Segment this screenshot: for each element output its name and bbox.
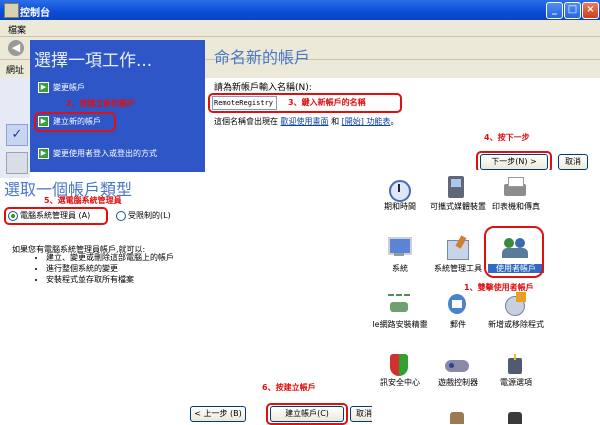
highlight-create-account xyxy=(34,112,116,132)
cp-label: 電源選項 xyxy=(500,378,532,387)
arrow-right-icon: ▶ xyxy=(38,82,49,93)
close-button[interactable]: × xyxy=(582,2,599,19)
cp-label: 系統 xyxy=(392,264,408,273)
list-item: 安裝程式並存取所有檔案 xyxy=(46,274,174,285)
minimize-button[interactable]: _ xyxy=(546,2,563,19)
game-controller-icon[interactable] xyxy=(444,352,470,378)
control-panel-icons: 期和時間 可攜式媒體裝置 印表機和傳真 系統 系統管理工具 使用者帳戶 1、雙擊… xyxy=(372,170,600,424)
task-change-logon[interactable]: ▶ 變更使用者登入或登出的方式 xyxy=(38,148,157,159)
annotation-step6: 6、按建立帳戶 xyxy=(262,383,316,392)
admin-tools-icon[interactable] xyxy=(444,234,470,260)
network-wizard-icon[interactable] xyxy=(386,292,412,318)
name-cancel-button[interactable]: 取消 xyxy=(558,154,588,170)
security-center-icon[interactable] xyxy=(386,352,412,378)
cp-label: le網路安裝精靈 xyxy=(372,320,428,329)
menu-bar: 檔案 xyxy=(0,20,600,37)
checkmark-icon: ✓ xyxy=(6,124,28,146)
window-title: 控制台 xyxy=(20,8,50,19)
highlight-admin-radio xyxy=(4,207,108,225)
list-item: 進行整個系統的變更 xyxy=(46,263,174,274)
menu-file[interactable]: 檔案 xyxy=(8,23,26,36)
task-pane-heading: 選擇一項工作... xyxy=(34,51,153,71)
cp-label: 印表機和傳真 xyxy=(492,202,540,211)
folder-icon xyxy=(6,152,28,174)
welcome-screen-link[interactable]: 歡迎使用畫面 xyxy=(281,117,329,126)
add-remove-icon[interactable] xyxy=(502,292,528,318)
name-info-text: 這個名稱會出現在 歡迎使用畫面 和 [開始] 功能表。 xyxy=(214,117,399,126)
radio-empty-icon xyxy=(116,210,126,221)
partial-icon xyxy=(444,406,470,424)
system-icon[interactable] xyxy=(386,234,412,260)
partial-icon xyxy=(502,406,528,424)
cp-label: 遊戲控制器 xyxy=(438,378,478,387)
name-page-heading: 命名新的帳戶 xyxy=(214,48,311,67)
annotation-step5: 5、選電腦系統管理員 xyxy=(44,196,122,205)
annotation-step3: 3、鍵入新帳戶的名稱 xyxy=(288,98,366,107)
clock-icon[interactable] xyxy=(386,174,412,202)
mail-icon[interactable] xyxy=(444,292,470,318)
cp-label: 郵件 xyxy=(450,320,466,329)
annotation-step2: 2、按建立新的帳戶 xyxy=(66,99,136,108)
cp-label: 可攜式媒體裝置 xyxy=(430,202,486,211)
arrow-right-icon: ▶ xyxy=(38,148,49,159)
back-arrow-icon[interactable]: ◀ xyxy=(8,40,24,56)
cp-label: 訊安全中心 xyxy=(380,378,420,387)
control-panel-icon xyxy=(4,3,19,18)
admin-capabilities-list: 建立、變更或刪除這部電腦上的帳戶 進行整個系統的變更 安裝程式並存取所有檔案 xyxy=(12,252,174,285)
start-menu-link[interactable]: [開始] 功能表 xyxy=(342,117,391,126)
highlight-create-button xyxy=(266,403,348,425)
cp-label: 新增或移除程式 xyxy=(488,320,544,329)
address-label: 網址 xyxy=(6,66,25,76)
maximize-button[interactable]: □ xyxy=(564,2,581,19)
task-change-account[interactable]: ▶ 變更帳戶 xyxy=(38,82,85,93)
highlight-users-icon xyxy=(484,226,544,278)
left-strip: ✓ xyxy=(0,78,30,178)
cp-label: 期和時間 xyxy=(384,202,416,211)
media-device-icon[interactable] xyxy=(444,174,470,200)
cp-label: 系統管理工具 xyxy=(434,264,482,273)
list-item: 建立、變更或刪除這部電腦上的帳戶 xyxy=(46,252,174,263)
printer-icon[interactable] xyxy=(502,174,528,200)
power-icon[interactable] xyxy=(502,352,528,378)
annotation-step4: 4、按下一步 xyxy=(484,133,530,142)
radio-limited[interactable]: 受限制的(L) xyxy=(116,210,171,221)
back-button[interactable]: < 上一步 (B) xyxy=(190,406,246,422)
account-name-prompt: 請為新帳戶輸入名稱(N): xyxy=(214,83,312,93)
title-bar: 控制台 _ □ × xyxy=(0,0,600,20)
